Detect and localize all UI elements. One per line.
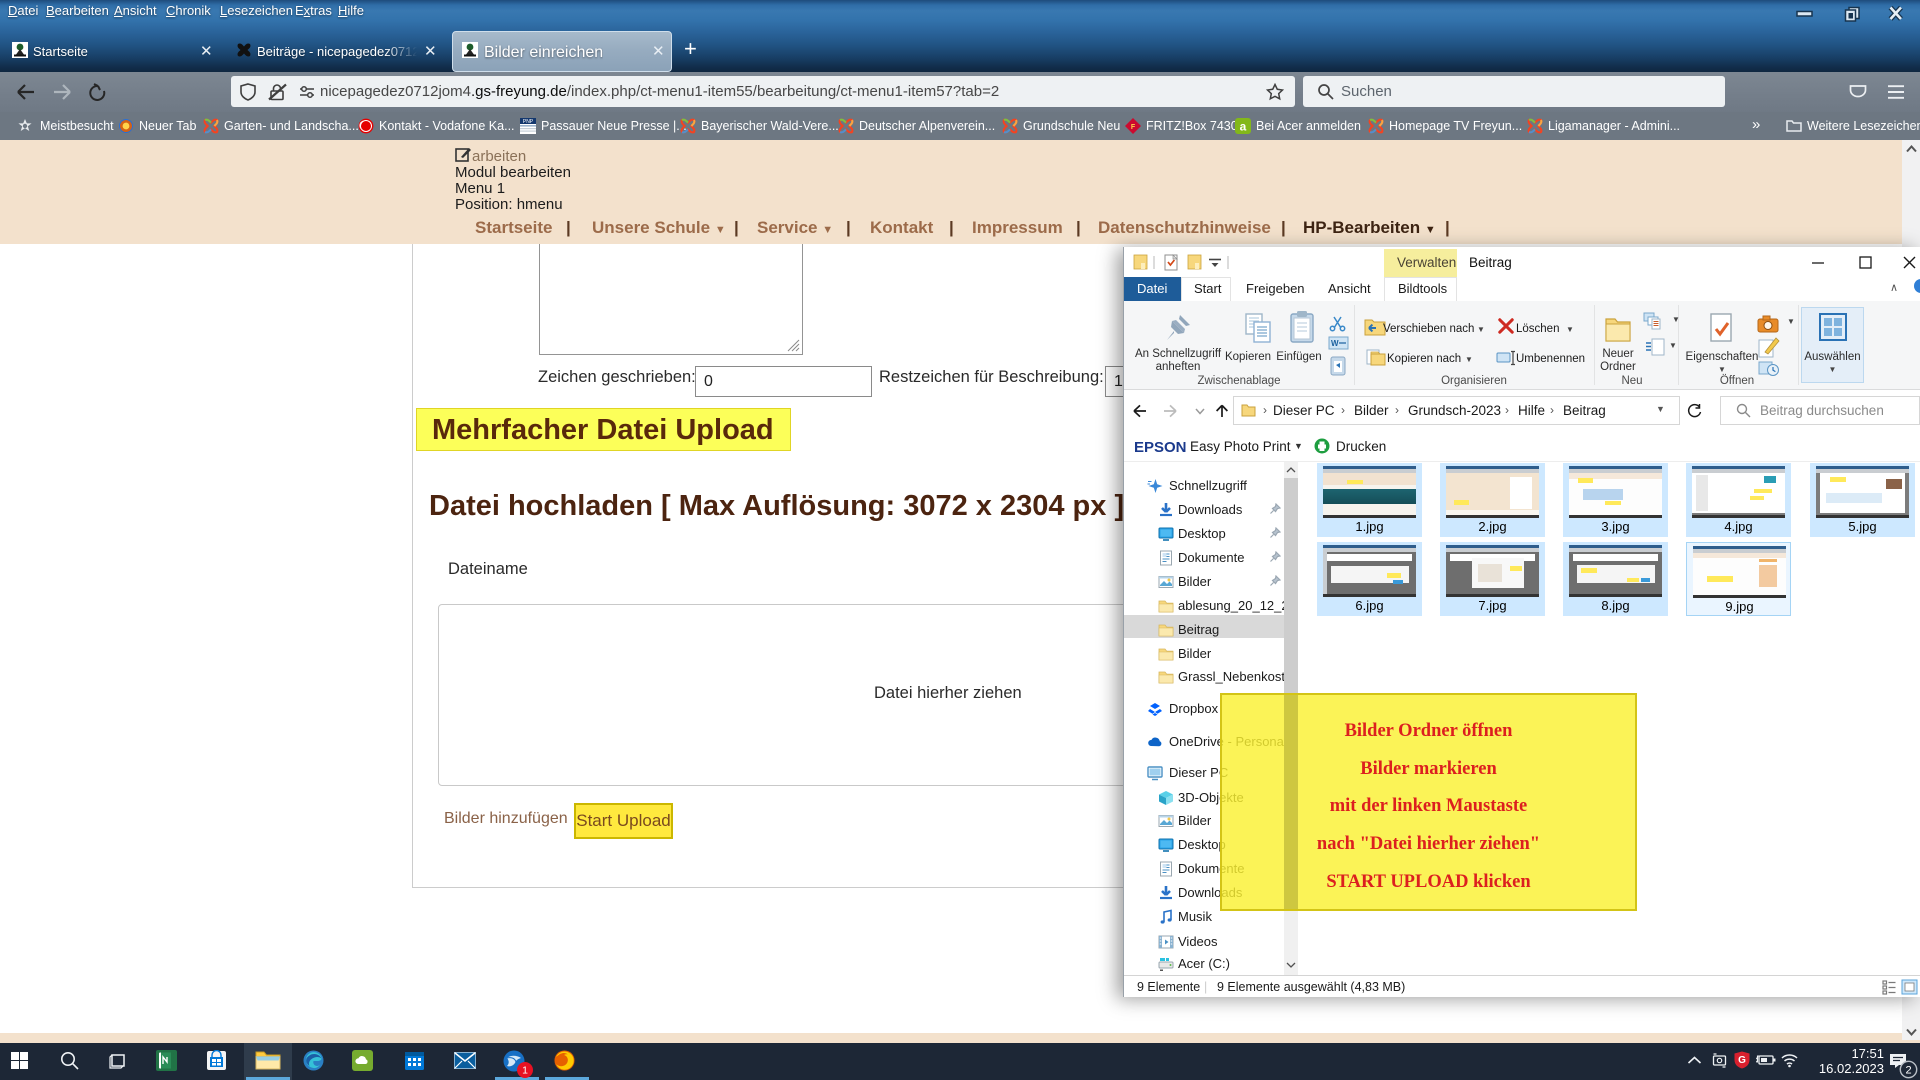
svg-text:PNP: PNP (523, 119, 534, 125)
svg-text:W: W (1331, 339, 1339, 348)
svg-text:F: F (1131, 124, 1136, 131)
svg-text:a: a (1240, 120, 1247, 134)
svg-text:2: 2 (1905, 1064, 1911, 1076)
svg-text:G: G (1738, 1055, 1746, 1066)
svg-text:1: 1 (522, 1065, 528, 1077)
